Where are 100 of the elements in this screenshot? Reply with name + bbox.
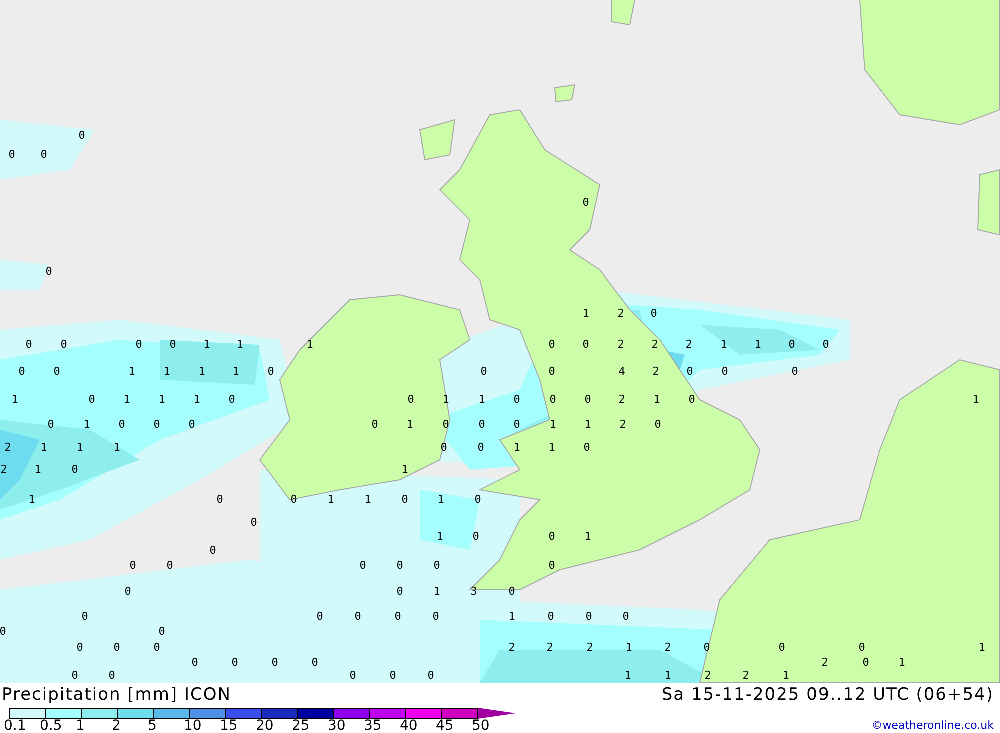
- precipitation-value: 0: [432, 611, 440, 623]
- precipitation-value: 0: [862, 657, 870, 669]
- precipitation-value: 1: [720, 339, 728, 351]
- precipitation-value: 0: [350, 670, 356, 682]
- precipitation-value: 0: [154, 642, 160, 654]
- precipitation-value: 0: [372, 419, 378, 431]
- precipitation-value: 1: [28, 494, 36, 506]
- precipitation-value: 1: [514, 442, 520, 454]
- precipitation-value: 0: [18, 366, 26, 378]
- precipitation-value: 0: [480, 366, 488, 378]
- precipitation-value: 0: [586, 611, 592, 623]
- precipitation-value: 1: [434, 586, 440, 598]
- precipitation-value: 0: [434, 560, 440, 572]
- precipitation-value: 0: [78, 130, 86, 142]
- precipitation-value: 1: [478, 394, 486, 406]
- precipitation-value: 0: [124, 586, 132, 598]
- precipitation-value: 1: [40, 442, 48, 454]
- precipitation-value: 1: [114, 442, 120, 454]
- precipitation-value: 0: [290, 494, 298, 506]
- precipitation-value: 0: [548, 531, 556, 543]
- precipitation-value: 1: [624, 670, 632, 682]
- precipitation-value: 0: [584, 394, 592, 406]
- legend-label: 0.5: [40, 719, 64, 733]
- precipitation-value: 1: [364, 494, 372, 506]
- precipitation-value: 2: [618, 339, 624, 351]
- precipitation-value: 0: [8, 149, 16, 161]
- precipitation-value: 1: [972, 394, 980, 406]
- precipitation-value: 2: [586, 642, 594, 654]
- precipitation-value: 0: [316, 611, 324, 623]
- precipitation-value: 1: [978, 642, 986, 654]
- precipitation-value: 0: [822, 339, 830, 351]
- precipitation-value: 0: [88, 394, 96, 406]
- legend-label: 10: [184, 719, 203, 733]
- precipitation-value: 1: [664, 670, 672, 682]
- precipitation-value: 0: [428, 670, 434, 682]
- precipitation-value: 2: [686, 339, 692, 351]
- precipitation-value: 2: [822, 657, 828, 669]
- precipitation-value: 2: [704, 670, 712, 682]
- legend-label: 50: [472, 719, 491, 733]
- precipitation-value: 2: [0, 464, 8, 476]
- precipitation-value: 2: [508, 642, 516, 654]
- legend-label: 45: [436, 719, 455, 733]
- legend-label: 25: [292, 719, 311, 733]
- precipitation-value: 1: [406, 419, 414, 431]
- precipitation-value: 2: [618, 308, 624, 320]
- precipitation-value: 1: [782, 670, 790, 682]
- precipitation-value: 0: [548, 366, 556, 378]
- precipitation-value: 0: [788, 339, 796, 351]
- legend-label: 35: [364, 719, 383, 733]
- precipitation-value: 0: [72, 670, 78, 682]
- precipitation-value: 0: [688, 394, 696, 406]
- precipitation-value: 0: [250, 517, 258, 529]
- precipitation-value: 0: [686, 366, 694, 378]
- precipitation-value: 2: [652, 366, 660, 378]
- precipitation-value: 1: [436, 531, 444, 543]
- precipitation-value: 0: [166, 560, 174, 572]
- precipitation-value: 0: [360, 560, 366, 572]
- precipitation-value: 0: [442, 419, 450, 431]
- precipitation-value: 1: [754, 339, 762, 351]
- legend-label: 15: [220, 719, 239, 733]
- precipitation-value: 0: [354, 611, 362, 623]
- precipitation-value: 1: [76, 442, 84, 454]
- map-title: Precipitation [mm] ICON: [2, 684, 232, 707]
- precipitation-value: 0: [582, 339, 590, 351]
- legend-label: 20: [256, 719, 275, 733]
- precipitation-value: 1: [158, 394, 166, 406]
- precipitation-value: 2: [546, 642, 554, 654]
- precipitation-value: 0: [584, 442, 590, 454]
- precipitation-value: 0: [40, 149, 48, 161]
- precipitation-value: 1: [306, 339, 314, 351]
- precipitation-value: 2: [742, 670, 750, 682]
- precipitation-value: 0: [390, 670, 396, 682]
- precipitation-value: 0: [396, 586, 404, 598]
- precipitation-value: 0: [82, 611, 88, 623]
- precipitation-value: 0: [478, 442, 484, 454]
- precipitation-value: 1: [508, 611, 516, 623]
- precipitation-value: 1: [128, 366, 136, 378]
- precipitation-value: 1: [402, 464, 408, 476]
- legend-label: 40: [400, 719, 419, 733]
- precipitation-value: 0: [312, 657, 318, 669]
- precipitation-value: 0: [704, 642, 710, 654]
- precipitation-value: 1: [84, 419, 90, 431]
- precipitation-value: 1: [232, 366, 240, 378]
- precipitation-value: 0: [478, 419, 486, 431]
- precipitation-value: 0: [858, 642, 866, 654]
- precipitation-value: 0: [548, 611, 554, 623]
- precipitation-value: 0: [232, 657, 238, 669]
- precipitation-value: 0: [118, 419, 126, 431]
- precipitation-value: 0: [54, 366, 60, 378]
- precipitation-value: 1: [34, 464, 42, 476]
- precipitation-value: 0: [622, 611, 630, 623]
- precipitation-value: 1: [328, 494, 334, 506]
- precipitation-value: 0: [48, 419, 54, 431]
- precipitation-value: 0: [268, 366, 274, 378]
- precipitation-value: 0: [72, 464, 78, 476]
- precipitation-value: 0: [60, 339, 68, 351]
- credit-link[interactable]: ©weatheronline.co.uk: [872, 719, 994, 733]
- precipitation-value: 0: [548, 339, 556, 351]
- precipitation-value: 1: [550, 419, 556, 431]
- precipitation-value: 2: [618, 394, 626, 406]
